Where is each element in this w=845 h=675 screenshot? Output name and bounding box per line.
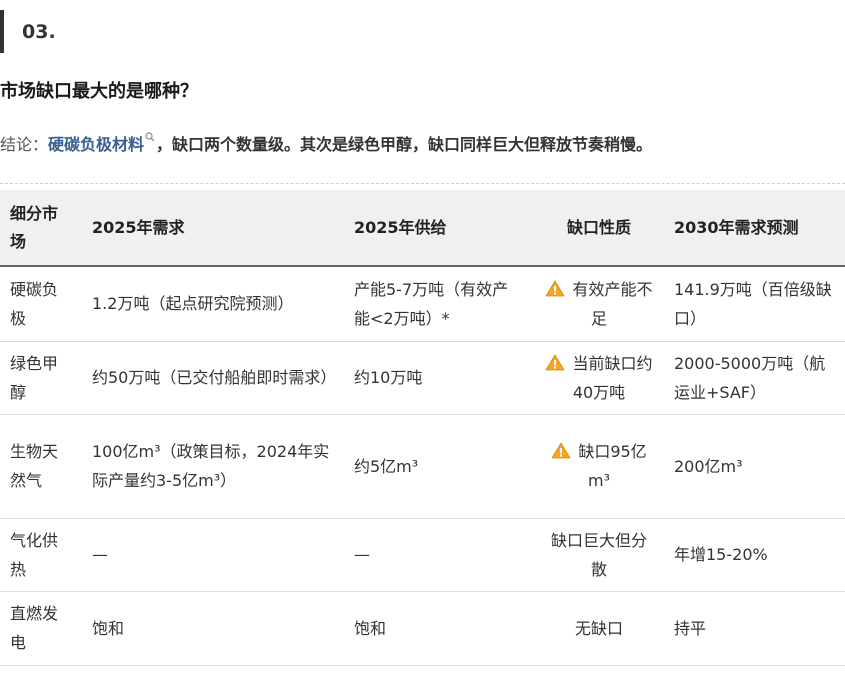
cell-gap-nature: 无缺口: [534, 591, 664, 666]
cell-demand-2025: —: [82, 518, 344, 592]
cell-forecast-2030: 持平: [664, 591, 845, 666]
header-segment: 细分市场: [0, 190, 82, 267]
cell-demand-2025: 1.2万吨（起点研究院预测）: [82, 266, 344, 342]
cell-supply-2025: —: [344, 518, 534, 592]
search-icon[interactable]: [145, 131, 155, 145]
table-row: 直燃发电 饱和 饱和 无缺口 持平: [0, 591, 845, 666]
cell-segment: 直燃发电: [0, 591, 82, 666]
cell-demand-2025: 饱和: [82, 591, 344, 666]
header-supply-2025: 2025年供给: [344, 190, 534, 267]
cell-forecast-2030: 200亿m³: [664, 414, 845, 519]
warning-icon: [545, 351, 565, 370]
cell-supply-2025: 约5亿m³: [344, 414, 534, 519]
cell-segment: 绿色甲醇: [0, 341, 82, 415]
gap-text: 当前缺口约40万吨: [572, 353, 653, 402]
cell-segment: 硬碳负极: [0, 266, 82, 342]
warning-icon: [551, 439, 571, 459]
cell-forecast-2030: 2000-5000万吨（航运业+SAF）: [664, 341, 845, 415]
market-gap-table: 细分市场 2025年需求 2025年供给 缺口性质 2030年需求预测 硬碳负极…: [0, 190, 845, 666]
cell-gap-nature: 有效产能不足: [534, 266, 664, 342]
conclusion-lead: 结论：: [0, 135, 49, 154]
cell-supply-2025: 饱和: [344, 591, 534, 666]
table-header-row: 细分市场 2025年需求 2025年供给 缺口性质 2030年需求预测: [0, 190, 845, 267]
cell-segment: 生物天然气: [0, 414, 82, 519]
header-demand-2025: 2025年需求: [82, 190, 344, 267]
question-heading: 市场缺口最大的是哪种？: [0, 81, 198, 102]
gap-text: 缺口95亿m³: [578, 442, 647, 490]
cell-demand-2025: 约50万吨（已交付船舶即时需求）: [82, 341, 344, 415]
table-row: 绿色甲醇 约50万吨（已交付船舶即时需求） 约10万吨 当前缺口约40万吨 2000-5…: [0, 341, 845, 415]
table-row: 生物天然气 100亿m³（政策目标，2024年实际产量约3-5亿m³） 约5亿m³ 缺…: [0, 414, 845, 519]
cell-demand-2025: 100亿m³（政策目标，2024年实际产量约3-5亿m³）: [82, 414, 344, 519]
cell-forecast-2030: 141.9万吨（百倍级缺口）: [664, 266, 845, 342]
gap-text: 缺口巨大但分散: [550, 530, 647, 579]
header-forecast-2030: 2030年需求预测: [664, 190, 845, 267]
hard-carbon-link[interactable]: 硬碳负极材料: [48, 135, 144, 154]
cell-gap-nature: 缺口95亿m³: [534, 414, 664, 519]
conclusion-paragraph: 结论：硬碳负极材料 ，缺口两个数量级。其次是绿色甲醇，缺口同样巨大但释放节奏稍慢。: [0, 131, 652, 155]
cell-forecast-2030: 年增15-20%: [664, 518, 845, 592]
cell-segment: 气化供热: [0, 518, 82, 592]
table-row: 气化供热 — — 缺口巨大但分散 年增15-20%: [0, 518, 845, 592]
table-row: 硬碳负极 1.2万吨（起点研究院预测） 产能5-7万吨（有效产能<2万吨）* 有效产能…: [0, 266, 845, 342]
divider: [0, 183, 845, 184]
conclusion-rest: ，缺口两个数量级。其次是绿色甲醇，缺口同样巨大但释放节奏稍慢。: [156, 135, 653, 154]
header-gap-nature: 缺口性质: [534, 190, 664, 267]
warning-icon: [545, 277, 565, 297]
cell-supply-2025: 约10万吨: [344, 341, 534, 415]
section-number: 03.: [22, 20, 56, 43]
cell-gap-nature: 当前缺口约40万吨: [534, 341, 664, 415]
section-header: 03.: [0, 10, 56, 53]
cell-supply-2025: 产能5-7万吨（有效产能<2万吨）*: [344, 266, 534, 342]
gap-text: 无缺口: [574, 618, 623, 638]
cell-gap-nature: 缺口巨大但分散: [534, 518, 664, 592]
gap-text: 有效产能不足: [572, 279, 653, 328]
